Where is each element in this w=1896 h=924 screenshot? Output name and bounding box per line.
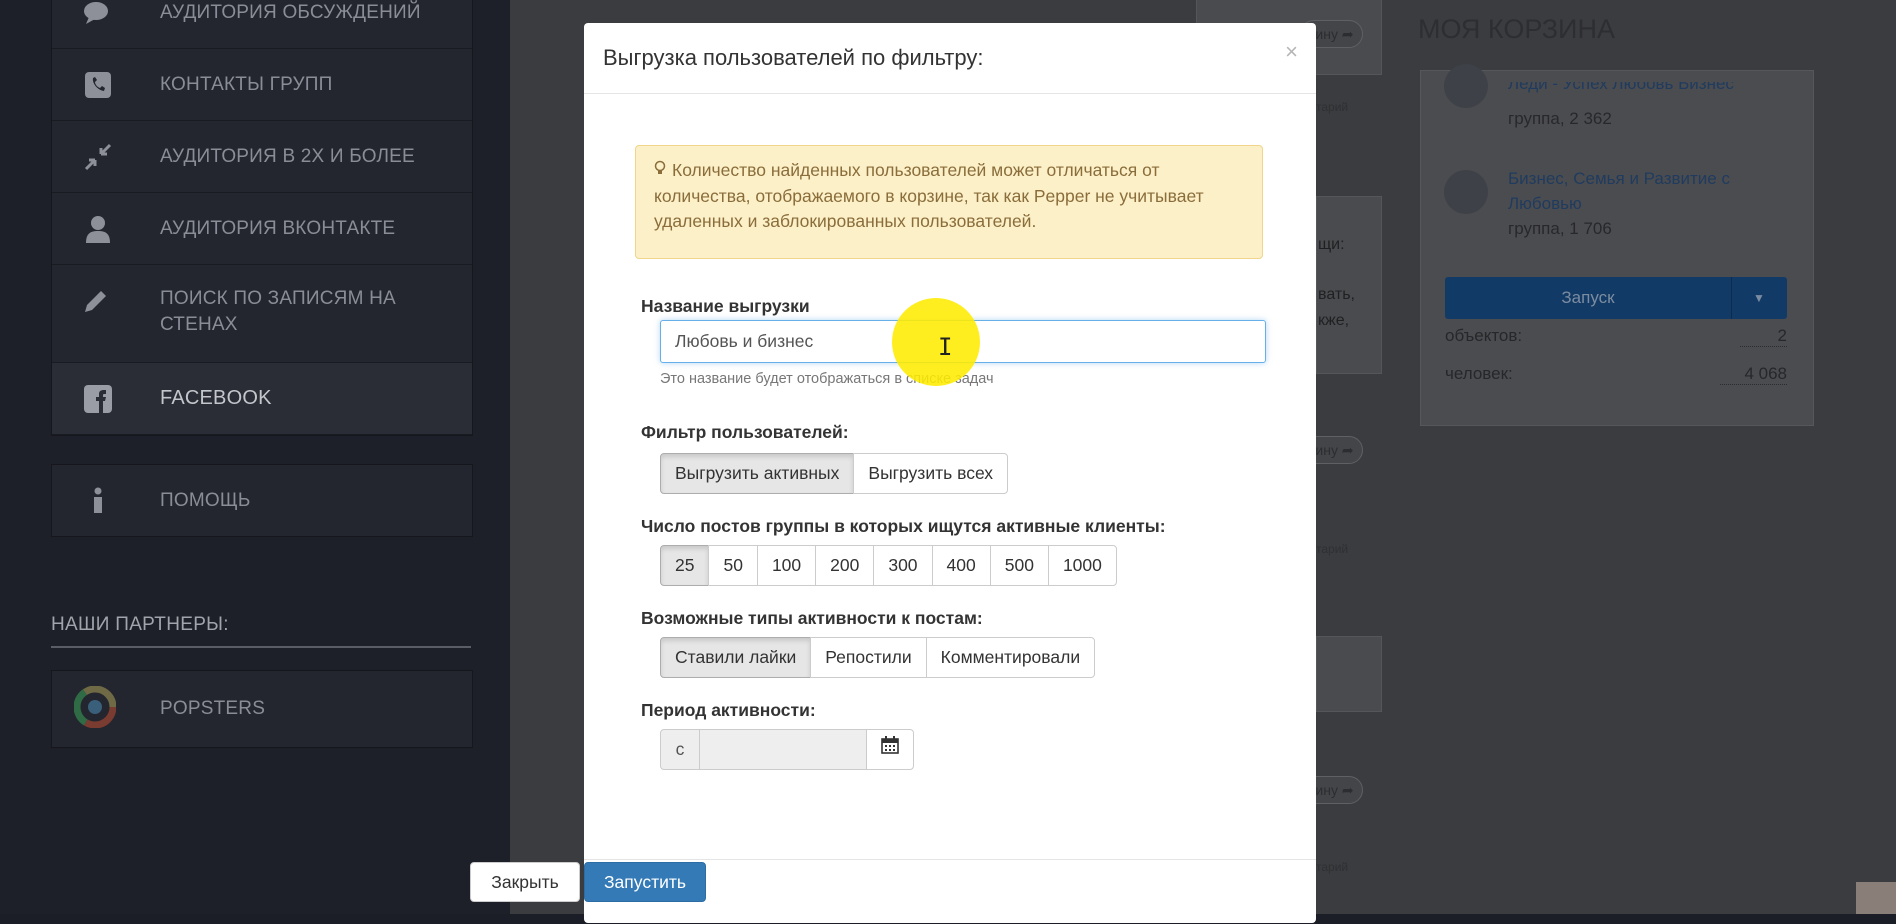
- sidebar-item-audience-2x[interactable]: Аудитория в 2х и более: [52, 121, 472, 193]
- bg-post-card: [1316, 636, 1382, 712]
- posts-option-button[interactable]: 50: [708, 545, 758, 586]
- basket-group-name: Леди - Успех Любовь Бизнес: [1508, 82, 1734, 93]
- popsters-logo-icon: [73, 685, 117, 729]
- caret-down-icon[interactable]: ▼: [1731, 277, 1787, 319]
- basket-group-link[interactable]: Леди - Успех Любовь Бизнес: [1508, 82, 1788, 104]
- sidebar-menu: Аудитория обсуждений Контакты групп Ауди…: [51, 0, 473, 436]
- basket-people-value: 4 068: [1720, 364, 1787, 385]
- chat-icon: [80, 0, 116, 27]
- phone-icon: [80, 71, 116, 99]
- export-modal: Выгрузка пользователей по фильтру: × Кол…: [584, 23, 1316, 923]
- export-name-label: Название выгрузки: [641, 296, 810, 316]
- basket-run-button[interactable]: Запуск ▼: [1445, 277, 1787, 319]
- facebook-icon: [80, 385, 116, 413]
- activity-reposts-button[interactable]: Репостили: [810, 637, 927, 678]
- filter-all-button[interactable]: Выгрузить всех: [853, 453, 1009, 494]
- posts-option-button[interactable]: 25: [660, 545, 710, 586]
- close-icon[interactable]: ×: [1285, 39, 1298, 65]
- user-icon: [80, 215, 116, 243]
- posts-option-button[interactable]: 100: [756, 545, 817, 586]
- activity-period-group: с: [660, 729, 914, 770]
- posts-option-button[interactable]: 400: [931, 545, 991, 586]
- basket-objects-value: 2: [1740, 326, 1787, 347]
- info-icon: [80, 487, 116, 515]
- modal-title: Выгрузка пользователей по фильтру:: [603, 45, 984, 70]
- basket-people-label: человек:: [1445, 364, 1513, 383]
- bg-text-line: кже,: [1318, 312, 1350, 329]
- sidebar-item-facebook[interactable]: Facebook: [52, 363, 472, 435]
- sidebar-item-popsters[interactable]: POPSTERS: [52, 671, 472, 747]
- partners-divider: [51, 646, 471, 648]
- sidebar-item-label: Контакты групп: [160, 74, 333, 95]
- basket-group-sub: группа, 1 706: [1508, 219, 1612, 238]
- sidebar: Аудитория обсуждений Контакты групп Ауди…: [0, 0, 510, 914]
- basket-title: МОЯ КОРЗИНА: [1418, 14, 1615, 44]
- lightbulb-icon: [654, 158, 672, 184]
- bg-text-line: щи:: [1318, 236, 1345, 253]
- bg-text-line: вать,: [1318, 286, 1355, 303]
- sidebar-item-discussions[interactable]: Аудитория обсуждений: [52, 0, 472, 49]
- sidebar-item-label: Facebook: [160, 387, 272, 409]
- alert-text: Количество найденных пользователей может…: [654, 160, 1204, 231]
- basket-objects-label: объектов:: [1445, 326, 1523, 345]
- sidebar-item-label: Аудитория вконтакте: [160, 218, 396, 239]
- posts-option-button[interactable]: 300: [873, 545, 933, 586]
- posts-count-group: 25 50 100 200 300 400 500 1000: [660, 545, 1117, 586]
- posts-option-button[interactable]: 500: [989, 545, 1049, 586]
- activity-types-group: Ставили лайки Репостили Комментировали: [660, 637, 1096, 678]
- posts-option-button[interactable]: 200: [815, 545, 875, 586]
- posts-count-label: Число постов группы в которых ищутся акт…: [641, 516, 1166, 536]
- sidebar-partners-block: POPSTERS: [51, 670, 473, 748]
- sidebar-help-block: Помощь: [51, 464, 473, 537]
- sidebar-item-group-contacts[interactable]: Контакты групп: [52, 49, 472, 121]
- filter-active-button[interactable]: Выгрузить активных: [660, 453, 855, 494]
- compress-icon: [80, 143, 116, 171]
- basket-run-label: Запуск: [1561, 288, 1615, 307]
- partners-title: НАШИ ПАРТНЕРЫ:: [51, 614, 229, 635]
- modal-close-button[interactable]: Закрыть: [470, 862, 580, 902]
- sidebar-item-label: Помощь: [160, 490, 251, 511]
- sidebar-item-label: Поиск по записям на стенах: [160, 286, 460, 338]
- sidebar-item-vk-audience[interactable]: Аудитория вконтакте: [52, 193, 472, 265]
- activity-types-label: Возможные типы активности к постам:: [641, 608, 983, 628]
- group-avatar: [1444, 64, 1488, 108]
- text-cursor-icon: I: [938, 333, 953, 361]
- user-filter-label: Фильтр пользователей:: [641, 422, 849, 442]
- cursor-highlight: [892, 298, 980, 386]
- period-date-input[interactable]: [700, 729, 866, 770]
- sidebar-item-label: POPSTERS: [160, 698, 266, 719]
- period-from-addon: с: [660, 729, 700, 770]
- calendar-icon[interactable]: [866, 729, 914, 770]
- activity-period-label: Период активности:: [641, 700, 816, 720]
- modal-run-button[interactable]: Запустить: [584, 862, 706, 902]
- sidebar-item-label-text: Поиск по записям на стенах: [160, 288, 396, 335]
- bg-comment-label: тарий: [1316, 100, 1349, 114]
- sidebar-item-wall-search[interactable]: Поиск по записям на стенах: [52, 265, 472, 363]
- bg-comment-label: тарий: [1316, 542, 1349, 556]
- warning-alert: Количество найденных пользователей может…: [635, 145, 1263, 259]
- basket-group-link[interactable]: Бизнес, Семья и Развитие с Любовью: [1508, 166, 1788, 216]
- sidebar-item-help[interactable]: Помощь: [52, 465, 472, 536]
- sidebar-item-label: Аудитория в 2х и более: [160, 146, 415, 167]
- sidebar-item-label: Аудитория обсуждений: [160, 2, 421, 23]
- activity-comments-button[interactable]: Комментировали: [925, 637, 1096, 678]
- pencil-icon: [78, 287, 114, 315]
- basket-group-sub: группа, 2 362: [1508, 109, 1612, 128]
- user-filter-group: Выгрузить активных Выгрузить всех: [660, 453, 1009, 494]
- modal-header: Выгрузка пользователей по фильтру: ×: [584, 23, 1316, 94]
- posts-option-button[interactable]: 1000: [1047, 545, 1117, 586]
- group-avatar: [1444, 170, 1488, 214]
- bg-comment-label: тарий: [1316, 860, 1349, 874]
- webcam-thumbnail: [1856, 882, 1896, 914]
- activity-likes-button[interactable]: Ставили лайки: [660, 637, 812, 678]
